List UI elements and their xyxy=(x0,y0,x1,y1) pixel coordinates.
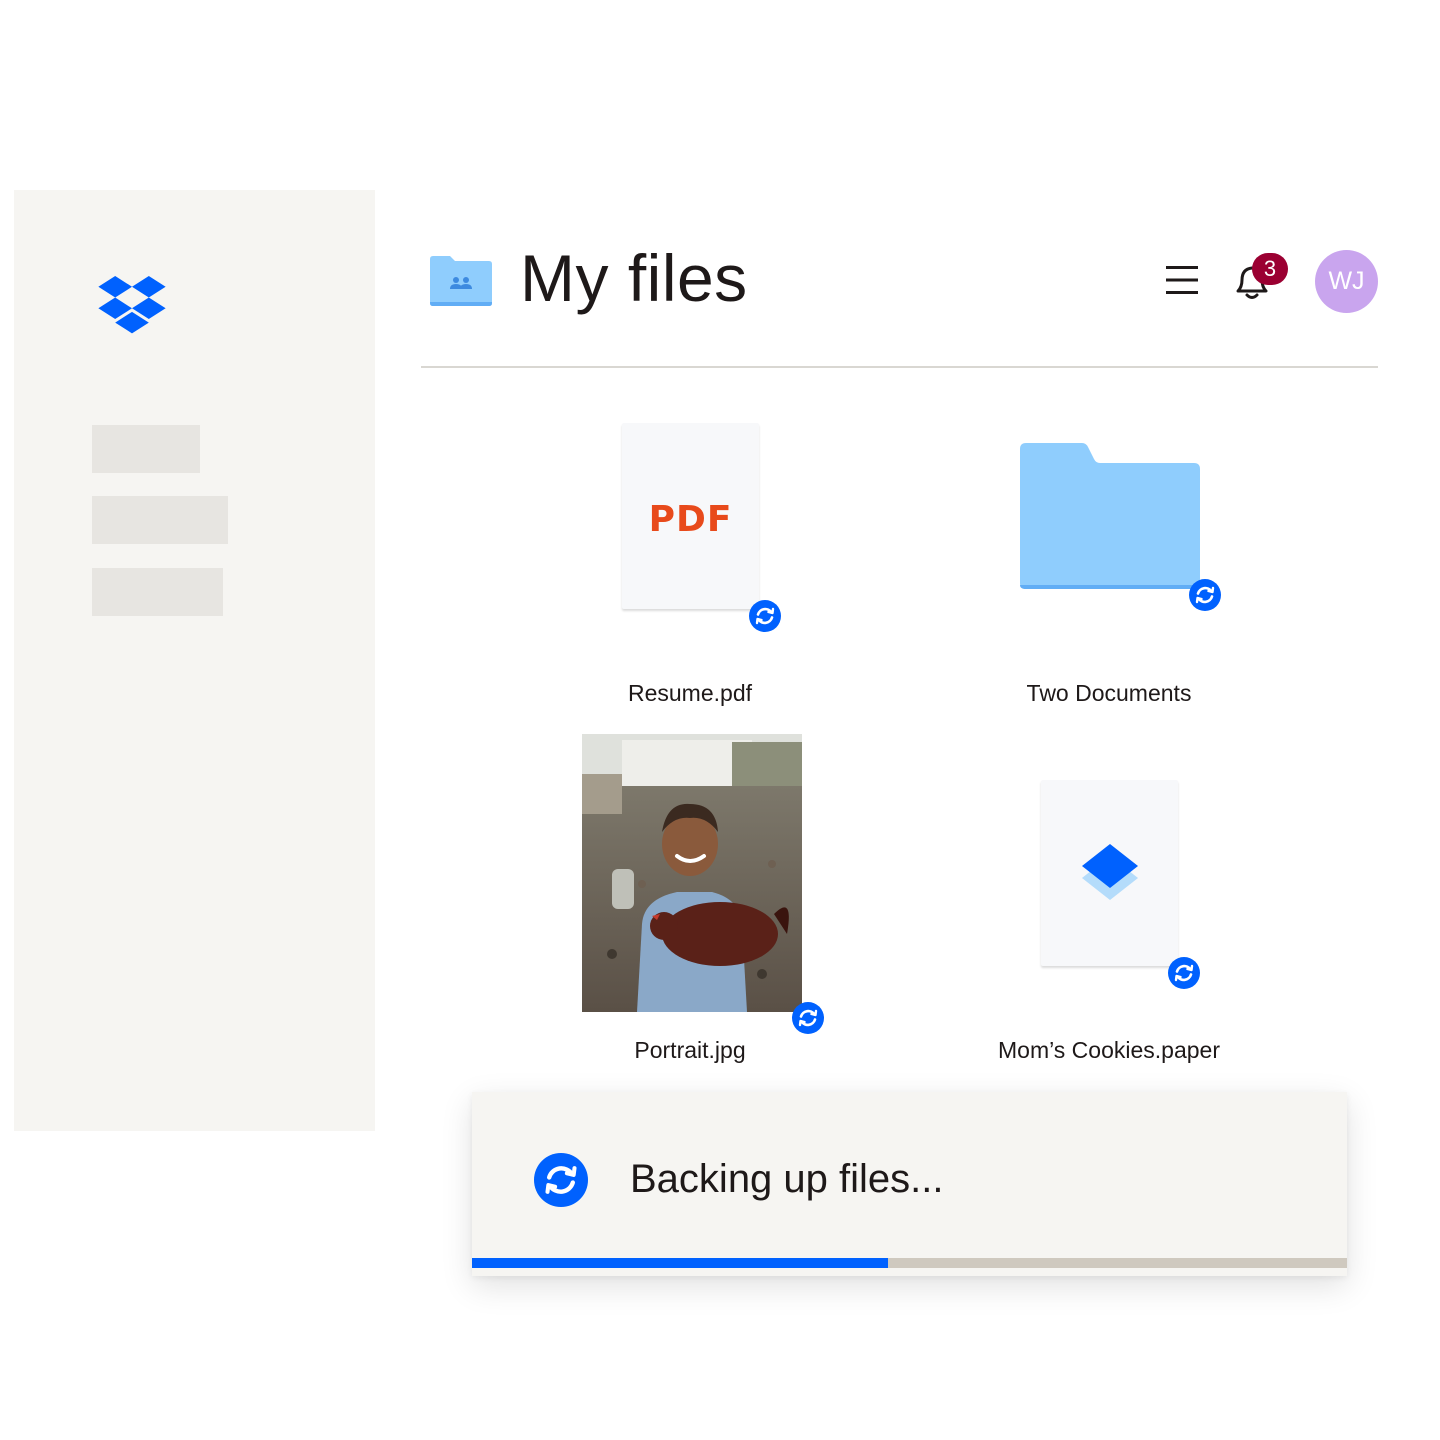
paper-doc-icon xyxy=(1041,780,1178,966)
notification-badge: 3 xyxy=(1252,253,1288,285)
avatar[interactable]: WJ xyxy=(1315,250,1378,313)
sync-icon xyxy=(749,600,781,632)
page-title: My files xyxy=(520,241,748,315)
sidebar xyxy=(14,190,375,1131)
file-name-label: Mom’s Cookies.paper xyxy=(997,1037,1221,1063)
file-name-label: Two Documents xyxy=(1026,680,1192,706)
header-divider xyxy=(421,366,1378,368)
file-name-label: Portrait.jpg xyxy=(634,1037,746,1063)
pdf-file-icon: PDF xyxy=(622,423,759,609)
toast-message: Backing up files... xyxy=(630,1157,944,1201)
sidebar-nav-placeholder[interactable] xyxy=(92,425,200,473)
backup-progress-bar xyxy=(472,1258,1347,1268)
sidebar-nav-placeholder[interactable] xyxy=(92,496,228,544)
pdf-badge-text: PDF xyxy=(648,499,733,540)
sidebar-nav-placeholder[interactable] xyxy=(92,568,223,616)
sync-icon xyxy=(1168,957,1200,989)
sync-icon xyxy=(1189,579,1221,611)
sync-icon xyxy=(792,1002,824,1034)
backup-toast: Backing up files... xyxy=(472,1092,1347,1276)
sync-icon xyxy=(534,1153,588,1207)
file-name-label: Resume.pdf xyxy=(627,680,753,706)
folder-icon xyxy=(1020,443,1200,589)
backup-progress-fill xyxy=(472,1258,888,1268)
hamburger-menu-icon[interactable] xyxy=(1164,264,1200,296)
photo-thumbnail xyxy=(582,734,802,1012)
shared-folder-icon xyxy=(430,256,492,306)
paper-logo-icon xyxy=(1082,844,1138,900)
dropbox-logo-icon[interactable] xyxy=(96,276,168,338)
